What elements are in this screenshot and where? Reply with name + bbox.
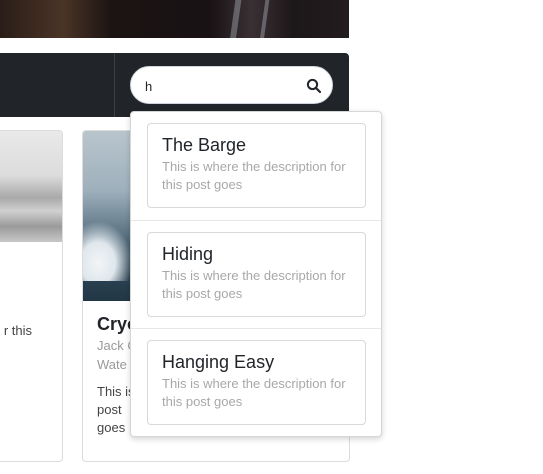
search-icon[interactable] xyxy=(306,78,322,94)
wave-splash xyxy=(83,221,133,281)
search-result-title[interactable]: Hiding xyxy=(162,244,213,265)
post-card-description: r this xyxy=(3,323,32,338)
post-card-image xyxy=(0,131,62,242)
search-result-item[interactable]: The Barge This is where the description … xyxy=(131,112,381,220)
search-result-card[interactable]: The Barge This is where the description … xyxy=(147,123,366,208)
hero-image-strip xyxy=(0,0,349,38)
nav-divider xyxy=(114,53,115,117)
search-result-item[interactable]: Hanging Easy This is where the descripti… xyxy=(131,328,381,436)
search-result-description: This is where the description for this p… xyxy=(162,376,346,409)
search-result-card[interactable]: Hanging Easy This is where the descripti… xyxy=(147,340,366,425)
search-result-item[interactable]: Hiding This is where the description for… xyxy=(131,220,381,328)
search-result-title[interactable]: Hanging Easy xyxy=(162,352,274,373)
search-results-dropdown: The Barge This is where the description … xyxy=(130,111,382,437)
post-card[interactable]: r this xyxy=(0,130,63,462)
search-result-description: This is where the description for this p… xyxy=(162,268,346,301)
search-result-card[interactable]: Hiding This is where the description for… xyxy=(147,232,366,317)
hero-highlight xyxy=(257,0,271,38)
search-result-title[interactable]: The Barge xyxy=(162,135,246,156)
search-input[interactable] xyxy=(145,76,295,96)
post-card-category: Wate xyxy=(97,357,127,372)
search-box[interactable] xyxy=(130,66,333,104)
hero-highlight xyxy=(227,0,243,38)
search-result-description: This is where the description for this p… xyxy=(162,159,346,192)
